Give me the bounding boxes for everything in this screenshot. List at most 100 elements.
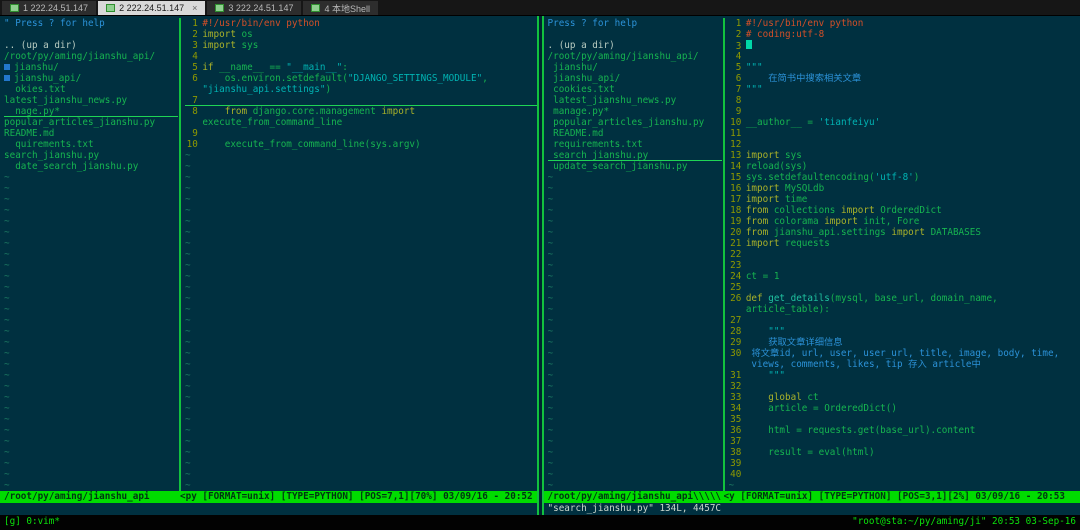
tilde-line: ~ <box>4 326 178 337</box>
code-token: # coding:utf-8 <box>745 29 825 40</box>
tree-row[interactable]: popular_articles_jianshu.py <box>548 117 722 128</box>
code-line: 12 <box>729 139 1080 150</box>
tree-row[interactable]: jianshu_api/ <box>548 73 722 84</box>
tree-row[interactable]: search_jianshu.py <box>547 150 722 161</box>
code-token: "__main__" <box>286 62 343 73</box>
editor-right[interactable]: 1 #!/usr/bin/env python 2 # coding:utf-8 3 4 5… <box>726 18 1080 491</box>
line-number: 28 <box>730 326 742 337</box>
tree-row: " Press ? for help <box>4 18 178 29</box>
tilde-line: ~ <box>4 194 178 205</box>
tilde-line: ~ <box>4 205 178 216</box>
line-number: 7 <box>735 84 742 95</box>
tilde-line: ~ <box>185 348 537 359</box>
code-line: 37 <box>729 436 1080 447</box>
code-line: 23 <box>729 260 1080 271</box>
code-line: 22 <box>729 249 1080 260</box>
dir-node-icon[interactable] <box>4 75 10 81</box>
session-tab[interactable]: 4 本地Shell <box>303 1 378 15</box>
tilde-line: ~ <box>548 348 722 359</box>
session-tab[interactable]: 2 222.24.51.147 × <box>98 1 206 15</box>
tilde: ~ <box>185 238 191 249</box>
editor-left[interactable]: 1 #!/usr/bin/env python 2 import os 3 import … <box>182 18 537 491</box>
tilde-line: ~ <box>185 194 537 205</box>
line-number: 10 <box>730 117 742 128</box>
nerdtree-left[interactable]: " Press ? for help .. (up a dir)/root/py… <box>0 18 178 491</box>
tilde-line: ~ <box>4 425 178 436</box>
tilde: ~ <box>4 447 10 458</box>
tilde-line: ~ <box>4 436 178 447</box>
tree-row-label: popular_articles_jianshu.py <box>547 117 705 128</box>
tilde-line: ~ <box>185 293 537 304</box>
line-number: 5 <box>735 62 742 73</box>
tilde-line: ~ <box>729 480 1080 491</box>
code-line: 7 """ <box>729 84 1080 95</box>
session-tab[interactable]: 1 222.24.51.147 <box>2 1 97 15</box>
tilde-line: ~ <box>185 392 537 403</box>
vim-pane-left: " Press ? for help .. (up a dir)/root/py… <box>0 16 537 515</box>
code-line: 21 import requests <box>729 238 1080 249</box>
tilde: ~ <box>185 227 191 238</box>
tree-dir-row[interactable]: jianshu_api/ <box>4 73 178 84</box>
nerdtree-right[interactable]: Press ? for help . (up a dir)/root/py/am… <box>544 18 722 491</box>
tree-row[interactable]: update_search_jianshu.py <box>548 161 722 172</box>
tilde: ~ <box>185 436 191 447</box>
tilde-line: ~ <box>548 315 722 326</box>
tree-row <box>548 29 722 40</box>
tree-row[interactable]: okies.txt <box>4 84 178 95</box>
code-line: 7 <box>185 95 537 106</box>
tree-row-label <box>4 29 10 40</box>
tree-row[interactable]: nage.py* <box>4 106 178 117</box>
session-tab[interactable]: 3 222.24.51.147 <box>207 1 302 15</box>
tree-row[interactable]: /root/py/aming/jianshu_api/ <box>548 51 722 62</box>
code-line: 16 import MySQLdb <box>729 183 1080 194</box>
tree-row[interactable]: README.md <box>4 128 178 139</box>
code-token: import <box>202 40 242 51</box>
tilde: ~ <box>4 480 10 491</box>
dir-node-icon[interactable] <box>4 64 10 70</box>
tree-dir-row[interactable]: jianshu/ <box>4 62 178 73</box>
code-line: 28 """ <box>729 326 1080 337</box>
code-token: 获取文章详细信息 <box>745 337 843 348</box>
code-line: 2 # coding:utf-8 <box>729 29 1080 40</box>
tilde-line: ~ <box>185 469 537 480</box>
tree-row[interactable]: quirements.txt <box>4 139 178 150</box>
tree-row[interactable]: /root/py/aming/jianshu_api/ <box>4 51 178 62</box>
tree-row[interactable]: search_jianshu.py <box>4 150 178 161</box>
tree-row[interactable]: requirements.txt <box>548 139 722 150</box>
tree-row[interactable]: manage.py* <box>548 106 722 117</box>
window-separator-left[interactable] <box>179 18 181 491</box>
code-token: import <box>824 216 864 227</box>
line-number: 12 <box>730 139 742 150</box>
line-number: 1 <box>735 18 742 29</box>
tree-row[interactable]: latest_jianshu_news.py <box>4 95 178 106</box>
tree-row[interactable]: latest_jianshu_news.py <box>548 95 722 106</box>
tilde-line: ~ <box>185 216 537 227</box>
tree-row[interactable]: popular_articles_jianshu.py <box>4 117 178 128</box>
tree-row-label: okies.txt <box>4 84 66 95</box>
tree-row[interactable]: cookies.txt <box>548 84 722 95</box>
tilde-line: ~ <box>4 227 178 238</box>
line-number: 4 <box>735 51 742 62</box>
window-separator-right[interactable] <box>722 18 725 491</box>
code-token: import <box>891 227 931 238</box>
terminal-icon <box>311 4 321 12</box>
tmux-pane-border[interactable] <box>536 16 544 515</box>
tilde-line: ~ <box>4 183 178 194</box>
tilde: ~ <box>4 205 10 216</box>
line-number: 37 <box>730 436 742 447</box>
tree-row[interactable]: date_search_jianshu.py <box>4 161 178 172</box>
tree-row-label: latest_jianshu_news.py <box>547 95 677 106</box>
statusline-left-fileinfo: <py [FORMAT=unix] [TYPE=PYTHON] [POS=7,1… <box>180 491 533 502</box>
tilde: ~ <box>185 370 191 381</box>
tilde: ~ <box>547 172 554 183</box>
code-line: 34 article = OrderedDict() <box>729 403 1080 414</box>
tree-row <box>4 29 178 40</box>
tree-row[interactable]: README.md <box>548 128 722 139</box>
code-line: 10 __author__ = 'tianfeiyu' <box>729 117 1080 128</box>
tree-row-label: jianshu_api/ <box>547 73 621 84</box>
tilde-line: ~ <box>548 480 722 491</box>
tree-row[interactable]: jianshu/ <box>548 62 722 73</box>
tab-close-icon[interactable]: × <box>192 3 197 13</box>
tilde-line: ~ <box>548 172 722 183</box>
tilde-line: ~ <box>548 447 722 458</box>
